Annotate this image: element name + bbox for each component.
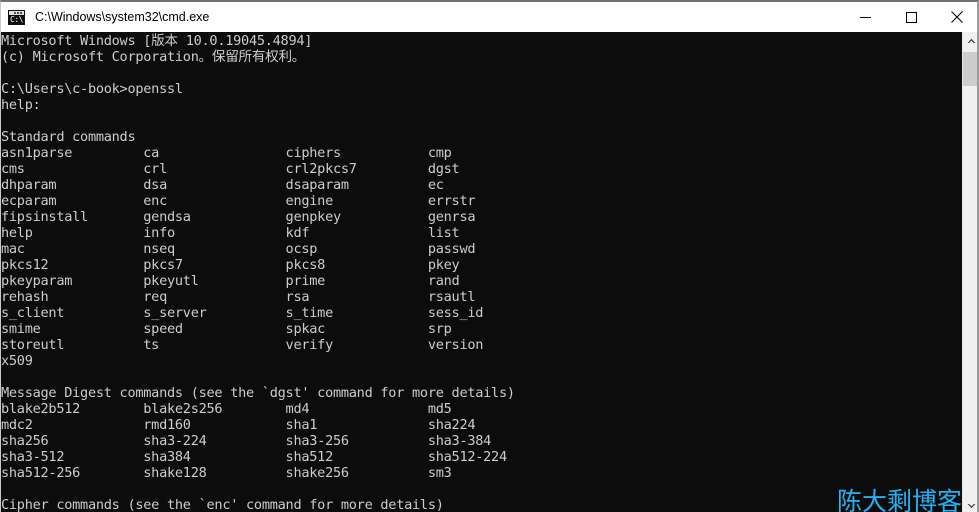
maximize-button[interactable] bbox=[888, 2, 934, 32]
close-button[interactable] bbox=[934, 2, 977, 32]
scroll-down-button[interactable] bbox=[963, 497, 977, 512]
maximize-icon bbox=[905, 11, 917, 23]
cmd-console-icon: C:\. bbox=[8, 9, 28, 25]
cmd-window: C:\. C:\Windows\system32\cmd.exe Microso… bbox=[0, 0, 979, 512]
vertical-scrollbar[interactable] bbox=[962, 32, 977, 512]
window-title: C:\Windows\system32\cmd.exe bbox=[35, 10, 210, 24]
minimize-icon bbox=[859, 16, 871, 18]
icon-prompt-glyph: C:\. bbox=[10, 14, 28, 24]
scrollbar-track[interactable] bbox=[963, 49, 977, 497]
scroll-down-arrow-icon bbox=[967, 503, 975, 508]
console-output-area[interactable]: Microsoft Windows [版本 10.0.19045.4894] (… bbox=[1, 32, 962, 512]
title-bar-left: C:\. C:\Windows\system32\cmd.exe bbox=[1, 9, 842, 25]
console-text: Microsoft Windows [版本 10.0.19045.4894] (… bbox=[1, 33, 515, 512]
scroll-up-button[interactable] bbox=[963, 32, 977, 49]
watermark-text: 陈大剩博客 bbox=[837, 487, 962, 512]
minimize-button[interactable] bbox=[842, 2, 888, 32]
close-icon bbox=[951, 11, 963, 23]
title-bar[interactable]: C:\. C:\Windows\system32\cmd.exe bbox=[1, 2, 977, 32]
scroll-thumb[interactable] bbox=[963, 52, 977, 86]
scroll-up-arrow-icon bbox=[967, 38, 975, 43]
